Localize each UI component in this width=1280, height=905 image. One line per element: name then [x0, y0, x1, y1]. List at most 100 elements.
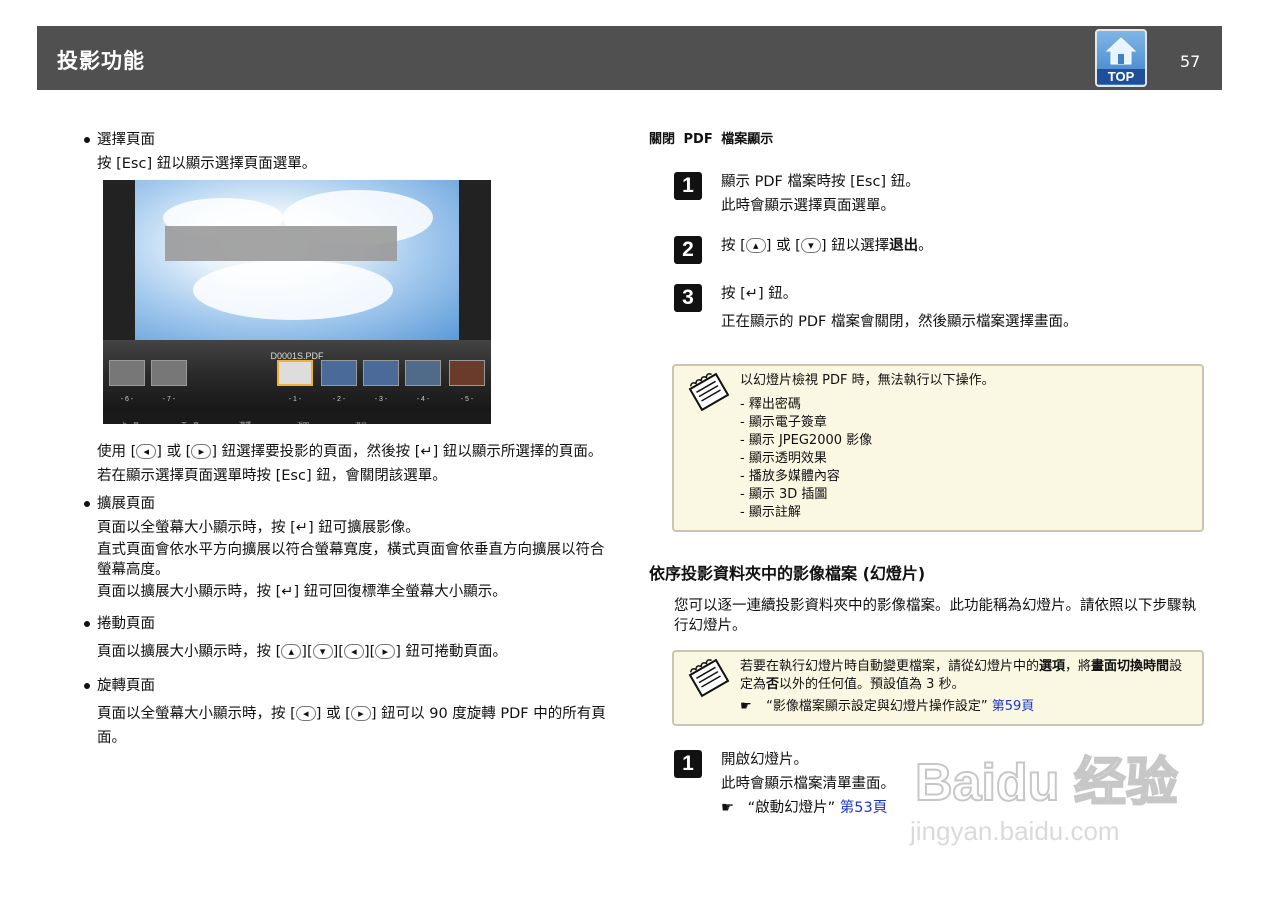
chapter-title: 投影功能: [57, 49, 145, 73]
nav-next: 下一頁: [181, 414, 199, 424]
text: 若要在執行幻燈片時自動變更檔案，請從幻燈片中的: [740, 659, 1040, 674]
thumb-number: - 4 -: [416, 396, 430, 403]
pointing-hand-icon: ☛: [721, 800, 734, 816]
cloud: [193, 260, 393, 320]
nav-back: 返回: [297, 414, 309, 424]
text: 按: [721, 238, 736, 254]
select-page-para1: 使用 [◂] 或 [▸] 鈕選擇要投影的頁面，然後按 [↵] 鈕以顯示所選擇的頁…: [97, 444, 603, 460]
nav-select: 選擇: [239, 414, 251, 424]
expand-page-para1: 頁面以全螢幕大小顯示時，按 [↵] 鈕可擴展影像。: [97, 520, 420, 536]
expand-page-para2: 直式頁面會依水平方向擴展以符合螢幕寬度，橫式頁面會依垂直方向擴展以符合螢幕高度。: [97, 542, 605, 578]
list-item: 顯示透明效果: [740, 450, 1190, 468]
text: 或: [326, 706, 341, 722]
note-icon: [688, 658, 730, 698]
enter-icon: ↵: [420, 444, 433, 460]
select-page-instruction: 按 [Esc] 鈕以顯示選擇頁面選單。: [97, 156, 317, 172]
list-item: 顯示 JPEG2000 影像: [740, 432, 1190, 450]
note-text: 若要在執行幻燈片時自動變更檔案，請從幻燈片中的選項，將畫面切換時間設定為否以外的…: [740, 658, 1190, 694]
text: 鈕可捲動頁面。: [405, 644, 508, 660]
text: 鈕可擴展影像。: [318, 520, 420, 536]
list-item: 顯示電子簽章: [740, 414, 1190, 432]
left-button-icon: ◂: [136, 444, 157, 459]
right-button-icon: ▸: [375, 644, 396, 659]
slideshow-note: 若要在執行幻燈片時自動變更檔案，請從幻燈片中的選項，將畫面切換時間設定為否以外的…: [672, 650, 1204, 726]
page-thumbnail[interactable]: [449, 360, 485, 386]
text: 或: [776, 238, 791, 254]
select-page-heading: 選擇頁面: [83, 128, 618, 152]
text: 鈕。: [768, 286, 798, 302]
list-item: 釋出密碼: [740, 396, 1190, 414]
home-icon: [1106, 37, 1136, 65]
text: 鈕以顯示所選擇的頁面。: [442, 444, 603, 460]
thumb-number: - 3 -: [374, 396, 388, 403]
text: 使用: [97, 444, 126, 460]
thumb-number: - 5 -: [460, 396, 474, 403]
slideshow-intro: 您可以逐一連續投影資料夾中的影像檔案。此功能稱為幻燈片。請依照以下步驟執行幻燈片…: [674, 598, 1196, 634]
page-thumbnail[interactable]: [321, 360, 357, 386]
bold-text: 選項: [1039, 659, 1066, 674]
ref-text: “影像檔案顯示設定與幻燈片操作設定”: [766, 699, 988, 714]
text: 。: [918, 238, 933, 254]
text: 或: [166, 444, 182, 460]
note-intro: 以幻燈片檢視 PDF 時，無法執行以下操作。: [740, 373, 995, 388]
nav-prev: 上一頁: [121, 414, 139, 424]
rotate-page-para: 頁面以全螢幕大小顯示時，按 [◂] 或 [▸] 鈕可以 90 度旋轉 PDF 中…: [97, 706, 606, 746]
expand-page-para3: 頁面以擴展大小顯示時，按 [↵] 鈕可回復標準全螢幕大小顯示。: [97, 584, 507, 600]
ref-text: “啟動幻燈片”: [747, 800, 836, 816]
step-text: 按 [↵] 鈕。: [721, 286, 798, 302]
close-pdf-heading: 關閉 PDF 檔案顯示: [649, 132, 774, 147]
step-text: 此時會顯示選擇頁面選單。: [721, 198, 895, 214]
select-page-screenshot: D0001S.PDF - 6 - - 7 - - 1 - - 2 - - 3 -…: [103, 180, 491, 424]
page-thumbnail-selected[interactable]: [277, 360, 313, 386]
page-overlay-box: [165, 226, 397, 261]
left-button-icon: ◂: [343, 644, 364, 659]
text: 以外的任何值。預設值為 3 秒。: [779, 677, 965, 692]
down-button-icon: ▾: [312, 644, 333, 659]
step-text: 顯示 PDF 檔案時按 [Esc] 鈕。: [721, 174, 920, 190]
select-page-para2: 若在顯示選擇頁面選單時按 [Esc] 鈕，會關閉該選單。: [97, 468, 447, 484]
page-thumbnail[interactable]: [363, 360, 399, 386]
page-thumbnail[interactable]: [405, 360, 441, 386]
up-button-icon: ▴: [281, 644, 302, 659]
page-thumbnail[interactable]: [151, 360, 187, 386]
page-thumbnail[interactable]: [109, 360, 145, 386]
thumb-number: - 1 -: [288, 396, 302, 403]
baidu-watermark: Baidu 经验 jingyan.baidu.com: [909, 753, 1179, 846]
close-step-1: 1 顯示 PDF 檔案時按 [Esc] 鈕。 此時會顯示選擇頁面選單。: [649, 170, 1204, 218]
page-link[interactable]: 第59頁: [992, 699, 1035, 714]
text: 頁面以擴展大小顯示時，按: [97, 644, 271, 660]
slideshow-heading: 依序投影資料夾中的影像檔案 (幻燈片): [649, 564, 926, 583]
watermark-brand: Baidu 经验: [915, 754, 1178, 812]
note-icon: [688, 372, 730, 412]
list-item: 顯示註解: [740, 504, 1190, 522]
text: 鈕可回復標準全螢幕大小顯示。: [303, 584, 507, 600]
text: ，將: [1065, 659, 1092, 674]
close-step-2: 2 按 [▴] 或 [▾] 鈕以選擇退出。: [649, 234, 1204, 264]
text: 頁面以全螢幕大小顯示時，按: [97, 520, 286, 536]
text: 鈕以選擇: [831, 238, 890, 254]
watermark-url: jingyan.baidu.com: [909, 816, 1120, 846]
page-number: 57: [1180, 52, 1201, 71]
page-link[interactable]: 第53頁: [840, 800, 887, 816]
step-text: 正在顯示的 PDF 檔案會關閉，然後顯示檔案選擇畫面。: [721, 314, 1078, 330]
cross-reference: ☛ “影像檔案顯示設定與幻燈片操作設定” 第59頁: [740, 698, 1034, 716]
scroll-page-para: 頁面以擴展大小顯示時，按 [▴][▾][◂][▸] 鈕可捲動頁面。: [97, 644, 508, 660]
bold-text: 否: [766, 677, 780, 692]
text: 頁面以擴展大小顯示時，按: [97, 584, 271, 600]
screen-nav-bar: 上一頁 下一頁 選擇 返回 退出: [103, 412, 491, 424]
top-button[interactable]: TOP: [1095, 29, 1147, 87]
pdf-limitations-note: 以幻燈片檢視 PDF 時，無法執行以下操作。 釋出密碼 顯示電子簽章 顯示 JP…: [672, 364, 1204, 532]
up-button-icon: ▴: [745, 238, 766, 253]
nav-exit: 退出: [355, 414, 367, 424]
left-column: 選擇頁面 按 [Esc] 鈕以顯示選擇頁面選單。 D0001S.PDF - 6 …: [83, 128, 618, 750]
pointing-hand-icon: ☛: [740, 699, 752, 714]
step-number: 2: [674, 236, 702, 264]
right-column: 關閉 PDF 檔案顯示 1 顯示 PDF 檔案時按 [Esc] 鈕。 此時會顯示…: [649, 128, 1204, 820]
limitations-list: 釋出密碼 顯示電子簽章 顯示 JPEG2000 影像 顯示透明效果 播放多媒體內…: [740, 396, 1190, 522]
step-number: 1: [674, 750, 702, 778]
scroll-page-heading: 捲動頁面: [83, 612, 618, 636]
right-button-icon: ▸: [350, 706, 371, 721]
close-step-3: 3 按 [↵] 鈕。 正在顯示的 PDF 檔案會關閉，然後顯示檔案選擇畫面。: [649, 282, 1204, 334]
bold-text: 退出: [889, 238, 919, 254]
text: 鈕選擇要投影的頁面，然後按: [221, 444, 411, 460]
